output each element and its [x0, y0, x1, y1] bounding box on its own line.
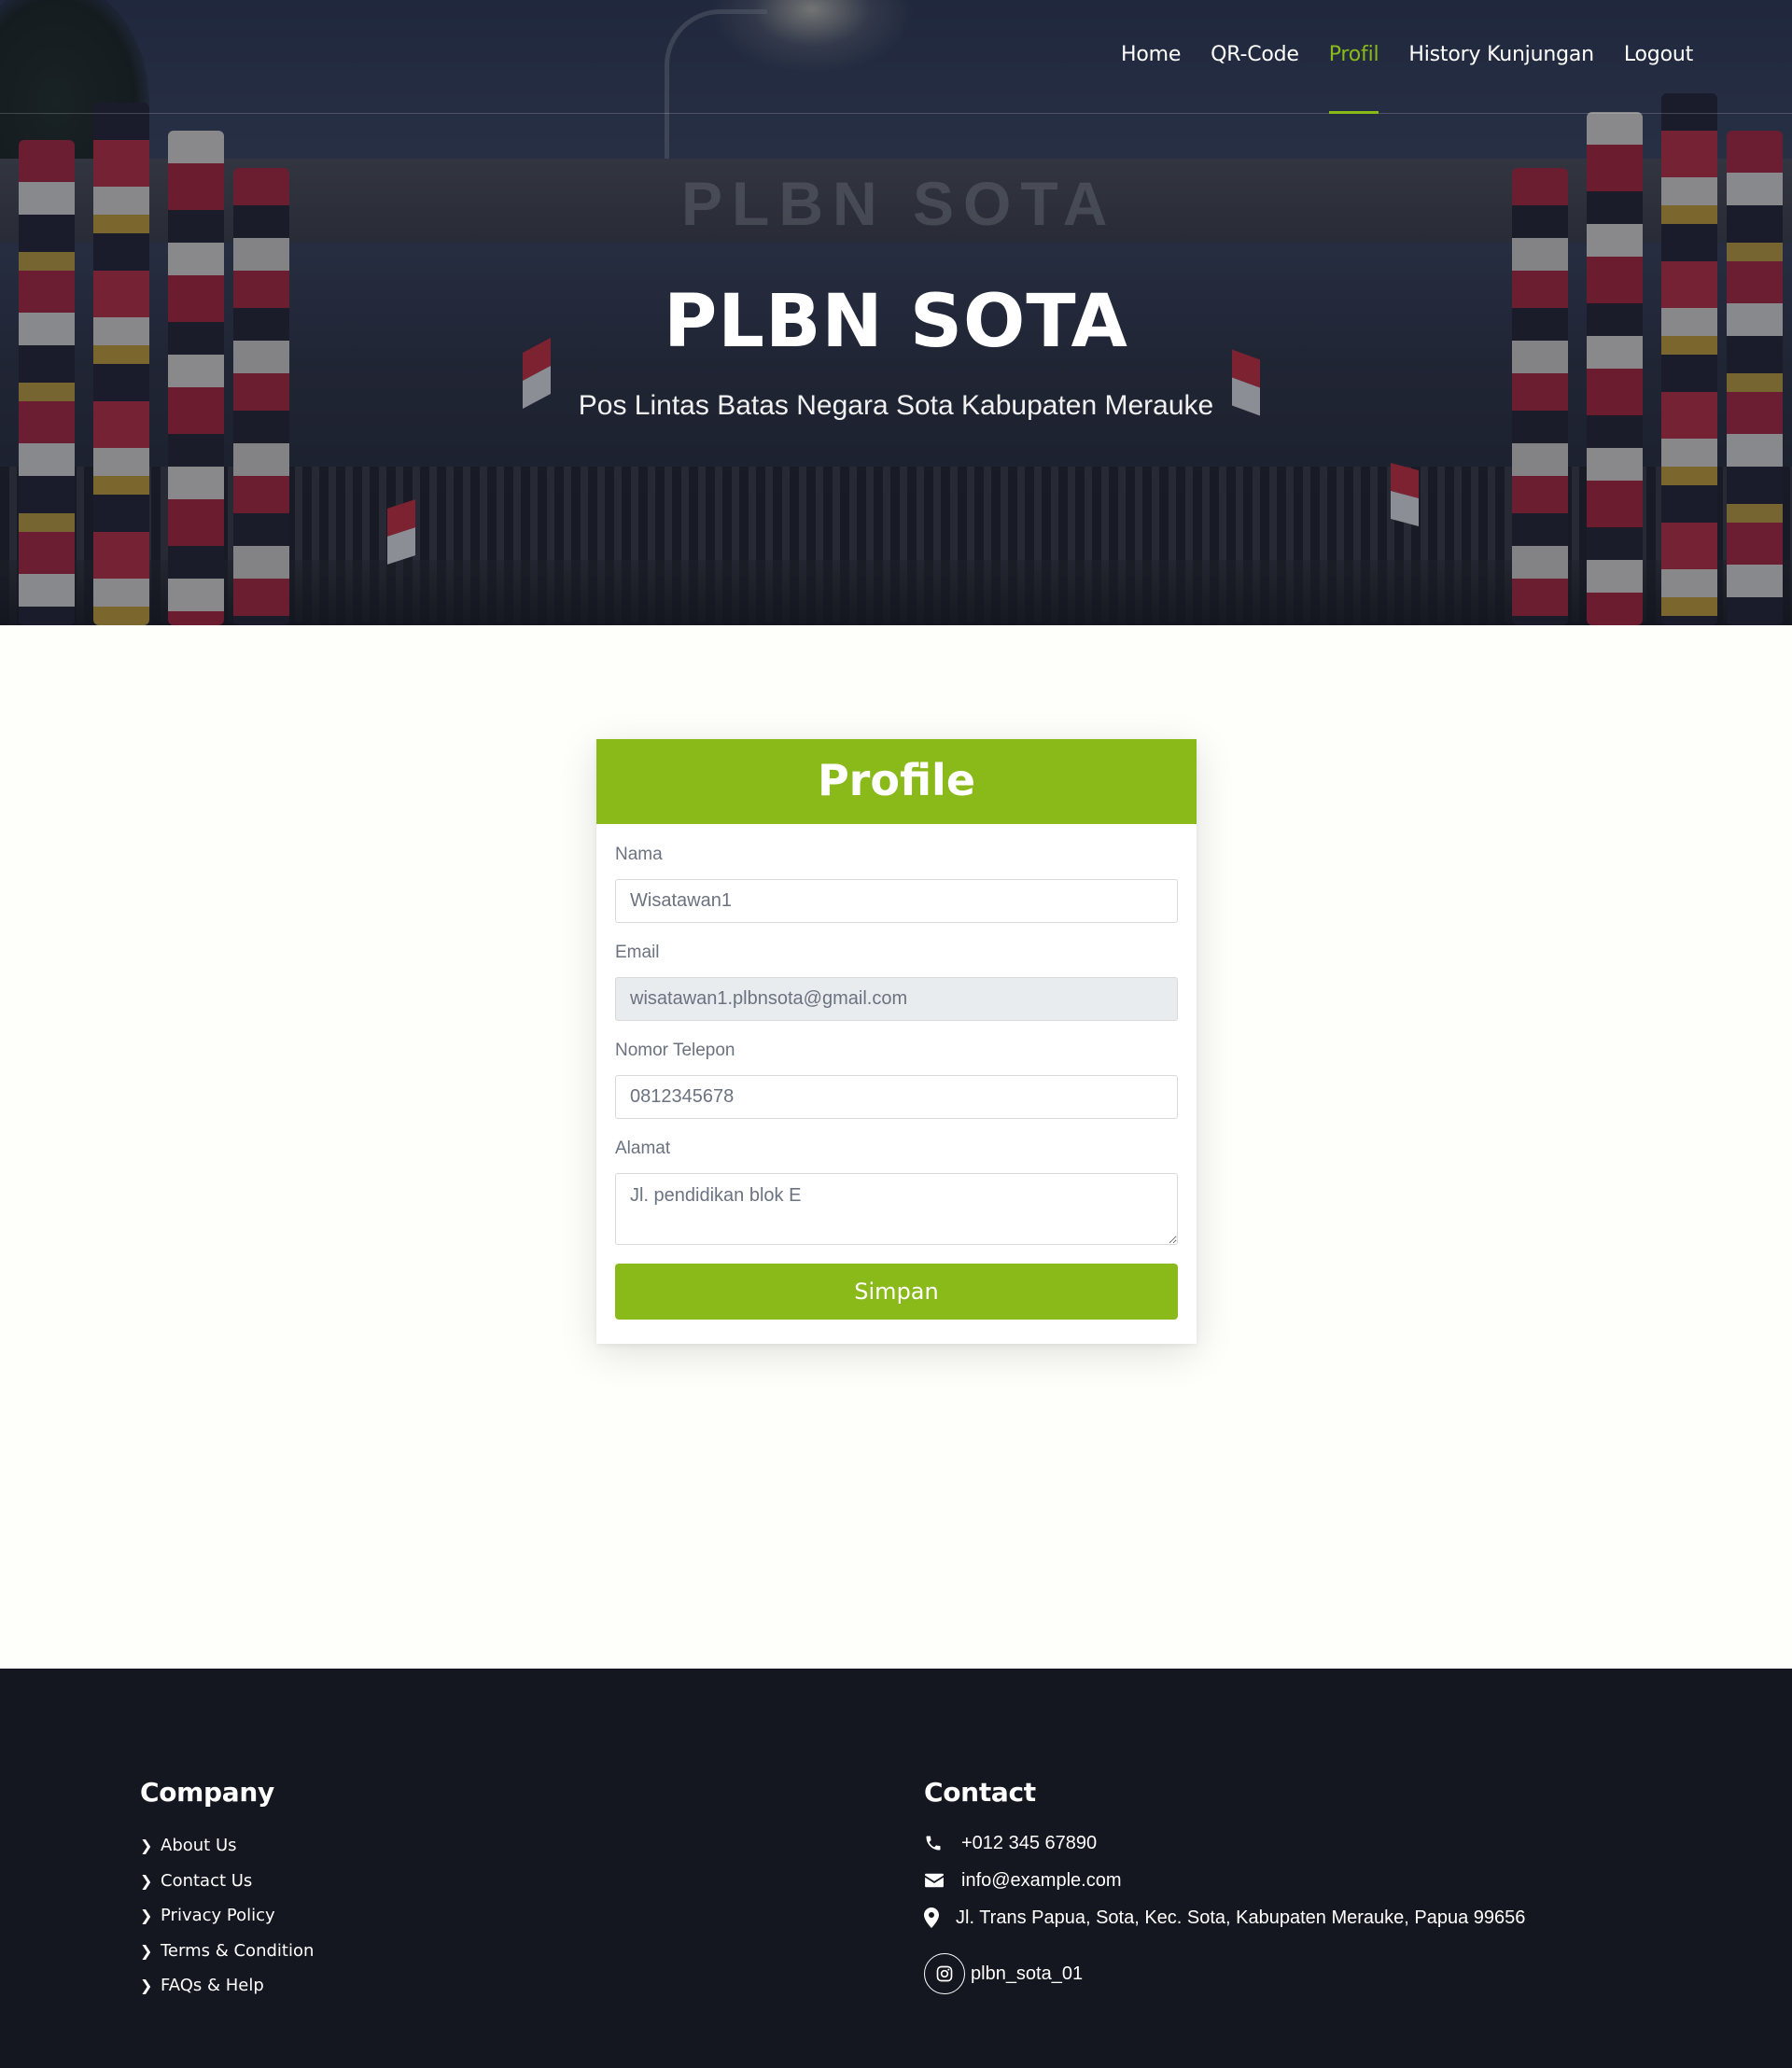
envelope-icon — [924, 1872, 961, 1889]
telepon-field-group: Nomor Telepon — [615, 1041, 1178, 1119]
phone-icon — [924, 1834, 961, 1852]
alamat-textarea[interactable]: Jl. pendidikan blok E — [615, 1173, 1178, 1245]
nav-item-home[interactable]: Home — [1106, 43, 1196, 66]
nav-item-profil[interactable]: Profil — [1314, 43, 1394, 114]
footer-link-faqs-help[interactable]: ❯ FAQs & Help — [140, 1968, 314, 2004]
nav-item-history-kunjungan[interactable]: History Kunjungan — [1393, 43, 1608, 66]
chevron-right-icon: ❯ — [140, 1837, 153, 1855]
nama-label: Nama — [615, 845, 663, 864]
footer: Company ❯ About Us ❯ Contact Us ❯ Privac… — [0, 1669, 1792, 2068]
chevron-right-icon: ❯ — [140, 1907, 153, 1925]
telepon-label: Nomor Telepon — [615, 1041, 735, 1060]
footer-link-label: FAQs & Help — [161, 1976, 264, 1996]
instagram-icon — [936, 1965, 953, 1982]
nav-menu: Home QR-Code Profil History Kunjungan Lo… — [1106, 43, 1708, 114]
footer-link-about-us[interactable]: ❯ About Us — [140, 1828, 314, 1864]
chevron-right-icon: ❯ — [140, 1977, 153, 1995]
telepon-input[interactable] — [615, 1075, 1178, 1119]
alamat-label: Alamat — [615, 1139, 671, 1158]
alamat-field-group: Alamat Jl. pendidikan blok E — [615, 1139, 1178, 1245]
contact-phone: +012 345 67890 — [924, 1824, 1525, 1862]
contact-phone-text: +012 345 67890 — [961, 1832, 1098, 1853]
footer-link-privacy-policy[interactable]: ❯ Privacy Policy — [140, 1898, 314, 1934]
footer-link-label: Privacy Policy — [161, 1906, 275, 1926]
footer-link-label: Contact Us — [161, 1870, 253, 1891]
footer-company-column: Company ❯ About Us ❯ Contact Us ❯ Privac… — [140, 1777, 314, 2004]
nav-item-logout[interactable]: Logout — [1609, 43, 1708, 66]
contact-address: Jl. Trans Papua, Sota, Kec. Sota, Kabupa… — [924, 1899, 1525, 1936]
profile-card-header: Profile — [596, 739, 1197, 824]
nav-item-qr-code[interactable]: QR-Code — [1196, 43, 1314, 66]
footer-link-terms-condition[interactable]: ❯ Terms & Condition — [140, 1934, 314, 1969]
instagram-handle[interactable]: plbn_sota_01 — [971, 1963, 1083, 1985]
contact-email-text: info@example.com — [961, 1869, 1122, 1891]
chevron-right-icon: ❯ — [140, 1941, 153, 1960]
hero-subtitle: Pos Lintas Batas Negara Sota Kabupaten M… — [578, 390, 1214, 421]
email-input[interactable] — [615, 977, 1178, 1021]
footer-contact-heading: Contact — [924, 1777, 1036, 1808]
hero-title: PLBN SOTA — [664, 280, 1128, 364]
instagram-button[interactable] — [924, 1953, 965, 1994]
nama-input[interactable] — [615, 879, 1178, 923]
profile-card: Profile Nama Email Nomor Telepon Alamat … — [596, 739, 1197, 1344]
map-marker-icon — [924, 1907, 956, 1928]
top-navbar: Home QR-Code Profil History Kunjungan Lo… — [0, 0, 1792, 114]
contact-email: info@example.com — [924, 1862, 1525, 1899]
footer-contact-column: Contact +012 345 67890 info@example.com … — [924, 1777, 1525, 1994]
profile-title: Profile — [817, 754, 976, 805]
nama-field-group: Nama — [615, 845, 1178, 923]
footer-link-label: About Us — [161, 1836, 237, 1856]
footer-company-heading: Company — [140, 1777, 274, 1808]
contact-address-text: Jl. Trans Papua, Sota, Kec. Sota, Kabupa… — [956, 1907, 1526, 1928]
hero-banner: PLBN SOTA Home QR-Code Profil History Ku… — [0, 0, 1792, 625]
email-label: Email — [615, 943, 660, 962]
footer-link-label: Terms & Condition — [161, 1940, 315, 1961]
email-field-group: Email — [615, 943, 1178, 1021]
simpan-button[interactable]: Simpan — [615, 1264, 1178, 1320]
footer-link-contact-us[interactable]: ❯ Contact Us — [140, 1864, 314, 1899]
chevron-right-icon: ❯ — [140, 1871, 153, 1890]
profile-form: Nama Email Nomor Telepon Alamat Jl. pend… — [596, 824, 1197, 1320]
social-instagram: plbn_sota_01 — [924, 1953, 1525, 1994]
